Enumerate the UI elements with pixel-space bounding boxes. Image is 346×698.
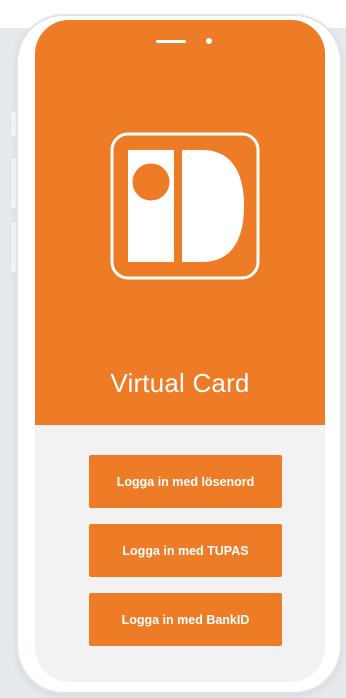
app-title: Virtual Card xyxy=(110,368,250,398)
phone-screen: Virtual Card Logga in med lösenord Logga… xyxy=(35,20,325,682)
id-card-logo-icon xyxy=(110,132,260,280)
front-camera xyxy=(206,38,212,44)
speaker-grille xyxy=(156,40,186,43)
login-bankid-button[interactable]: Logga in med BankID xyxy=(89,593,282,646)
login-password-button[interactable]: Logga in med lösenord xyxy=(89,455,282,508)
page-canvas: Virtual Card Logga in med lösenord Logga… xyxy=(0,0,346,698)
login-tupas-button[interactable]: Logga in med TUPAS xyxy=(89,524,282,577)
hero-banner: Virtual Card xyxy=(35,20,325,425)
